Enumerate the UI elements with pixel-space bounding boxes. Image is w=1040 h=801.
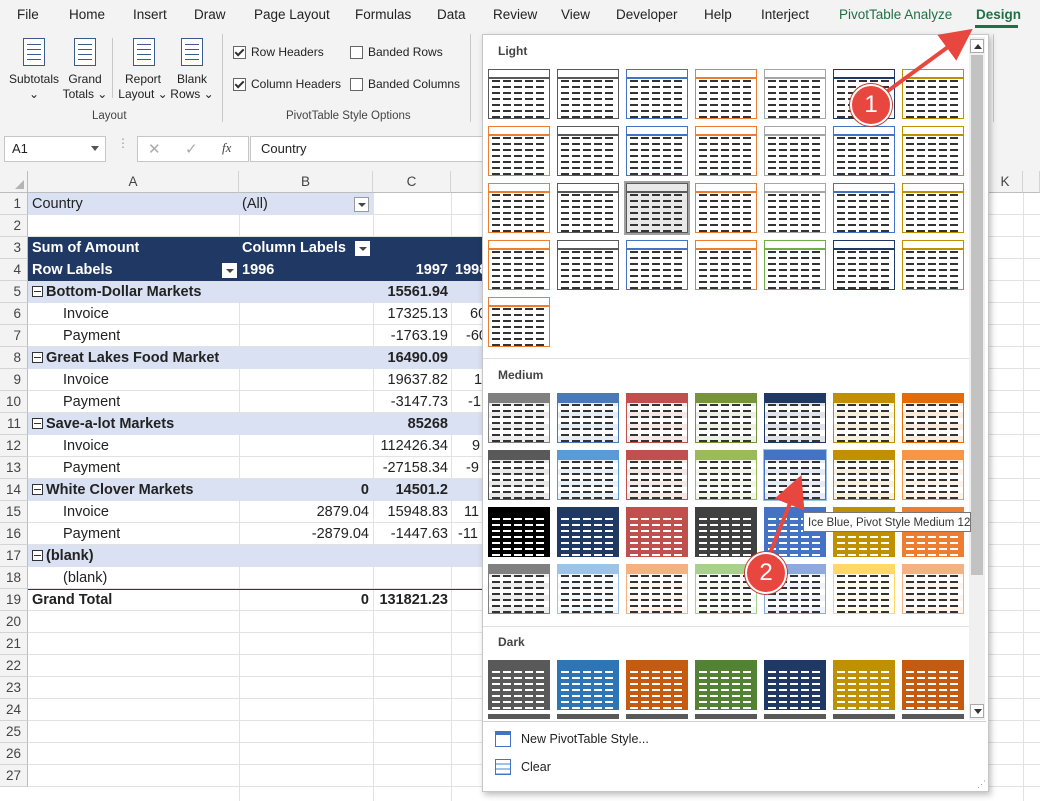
callout-2: 2: [745, 552, 787, 594]
callout-1: 1: [850, 84, 892, 126]
arrow-to-style: [766, 474, 805, 559]
arrow-to-design-tab: [883, 28, 973, 95]
